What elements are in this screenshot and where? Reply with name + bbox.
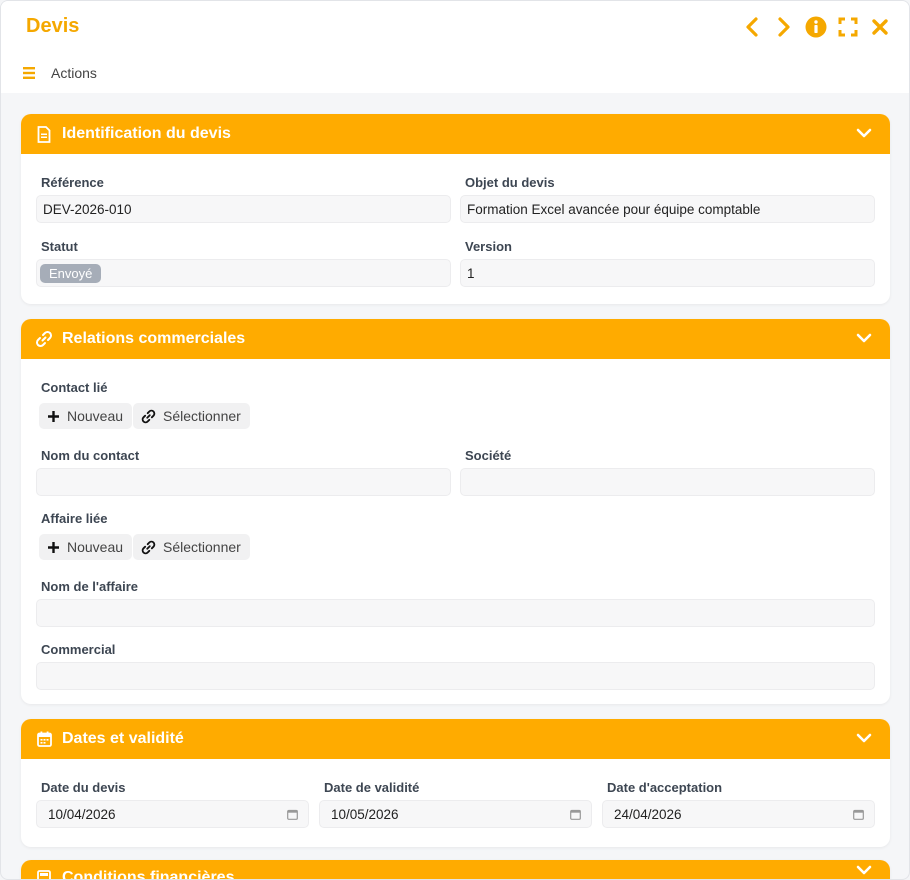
- previous-button[interactable]: [741, 15, 763, 39]
- chevron-right-icon: [778, 17, 790, 37]
- calendar-picker-icon[interactable]: [570, 809, 581, 820]
- button-label: Nouveau: [67, 408, 124, 424]
- fullscreen-button[interactable]: [837, 15, 859, 39]
- section-dates-header[interactable]: Dates et validité: [21, 719, 890, 759]
- button-label: Nouveau: [67, 539, 124, 555]
- link-icon: [35, 330, 53, 348]
- section-title: Conditions financières: [62, 869, 235, 880]
- window-header: Devis Actions: [1, 1, 909, 93]
- affaire-liee-label: Affaire liée: [41, 511, 108, 526]
- calendar-picker-icon[interactable]: [287, 809, 298, 820]
- commercial-label: Commercial: [41, 642, 116, 657]
- societe-label: Société: [465, 448, 512, 463]
- societe-field[interactable]: [460, 468, 875, 496]
- link-icon: [141, 540, 156, 554]
- expand-icon: [838, 17, 858, 37]
- nom-affaire-field[interactable]: [36, 599, 875, 627]
- info-button[interactable]: [805, 15, 827, 39]
- section-conditions-header[interactable]: Conditions financières: [21, 860, 890, 880]
- chevron-down-icon[interactable]: [856, 125, 872, 141]
- calendar-icon: [35, 730, 53, 748]
- nom-contact-label: Nom du contact: [41, 448, 140, 463]
- plus-icon: [48, 410, 59, 422]
- section-relations: Relations commerciales Contact lié Nouve…: [21, 319, 890, 704]
- section-identification: Identification du devis Référence DEV-20…: [21, 114, 890, 304]
- document-icon: [35, 125, 53, 143]
- nom-contact-field[interactable]: [36, 468, 451, 496]
- date-value: 24/04/2026: [614, 806, 682, 822]
- section-title: Relations commerciales: [62, 330, 246, 347]
- close-icon: [872, 19, 888, 35]
- date-devis-field[interactable]: 10/04/2026: [36, 800, 309, 828]
- window-title: Devis: [26, 15, 80, 37]
- section-title: Dates et validité: [62, 730, 184, 747]
- date-validite-field[interactable]: 10/05/2026: [319, 800, 592, 828]
- window-controls: [741, 15, 891, 39]
- version-field[interactable]: 1: [460, 259, 875, 287]
- next-button[interactable]: [773, 15, 795, 39]
- status-badge: Envoyé: [40, 263, 102, 283]
- section-relations-header[interactable]: Relations commerciales: [21, 319, 890, 359]
- contact-select-button[interactable]: Sélectionner: [133, 403, 250, 429]
- chevron-down-icon[interactable]: [856, 862, 872, 878]
- plus-icon: [48, 541, 59, 553]
- section-conditions: Conditions financières: [21, 860, 890, 880]
- objet-label: Objet du devis: [465, 175, 555, 190]
- date-validite-label: Date de validité: [324, 780, 420, 795]
- section-dates: Dates et validité Date du devis 10/04/20…: [21, 719, 890, 847]
- hamburger-menu-icon: [23, 67, 35, 79]
- calculator-icon: [35, 869, 53, 879]
- button-label: Sélectionner: [163, 408, 241, 424]
- chevron-left-icon: [746, 17, 758, 37]
- affaire-select-button[interactable]: Sélectionner: [133, 534, 250, 560]
- actions-menu[interactable]: Actions: [21, 65, 97, 81]
- commercial-field[interactable]: [36, 662, 875, 690]
- section-identification-header[interactable]: Identification du devis: [21, 114, 890, 154]
- statut-label: Statut: [41, 239, 78, 254]
- version-label: Version: [465, 239, 512, 254]
- date-acceptation-label: Date d'acceptation: [607, 780, 723, 795]
- close-button[interactable]: [869, 15, 891, 39]
- statut-field[interactable]: Envoyé: [36, 259, 451, 287]
- reference-field[interactable]: DEV-2026-010: [36, 195, 451, 223]
- link-icon: [141, 409, 156, 423]
- objet-field[interactable]: Formation Excel avancée pour équipe comp…: [460, 195, 875, 223]
- button-label: Sélectionner: [163, 539, 241, 555]
- date-acceptation-field[interactable]: 24/04/2026: [602, 800, 875, 828]
- chevron-down-icon[interactable]: [856, 730, 872, 746]
- date-value: 10/04/2026: [48, 806, 116, 822]
- affaire-new-button[interactable]: Nouveau: [39, 534, 133, 560]
- calendar-picker-icon[interactable]: [853, 809, 864, 820]
- reference-label: Référence: [41, 175, 104, 190]
- chevron-down-icon[interactable]: [856, 330, 872, 346]
- info-icon: [805, 16, 827, 38]
- nom-affaire-label: Nom de l'affaire: [41, 579, 139, 594]
- date-value: 10/05/2026: [331, 806, 399, 822]
- quote-window: Devis Actions Identification du devis Ré…: [0, 0, 910, 880]
- actions-label: Actions: [51, 65, 97, 81]
- contact-new-button[interactable]: Nouveau: [39, 403, 133, 429]
- contact-lie-label: Contact lié: [41, 380, 108, 395]
- section-title: Identification du devis: [62, 125, 231, 142]
- date-devis-label: Date du devis: [41, 780, 126, 795]
